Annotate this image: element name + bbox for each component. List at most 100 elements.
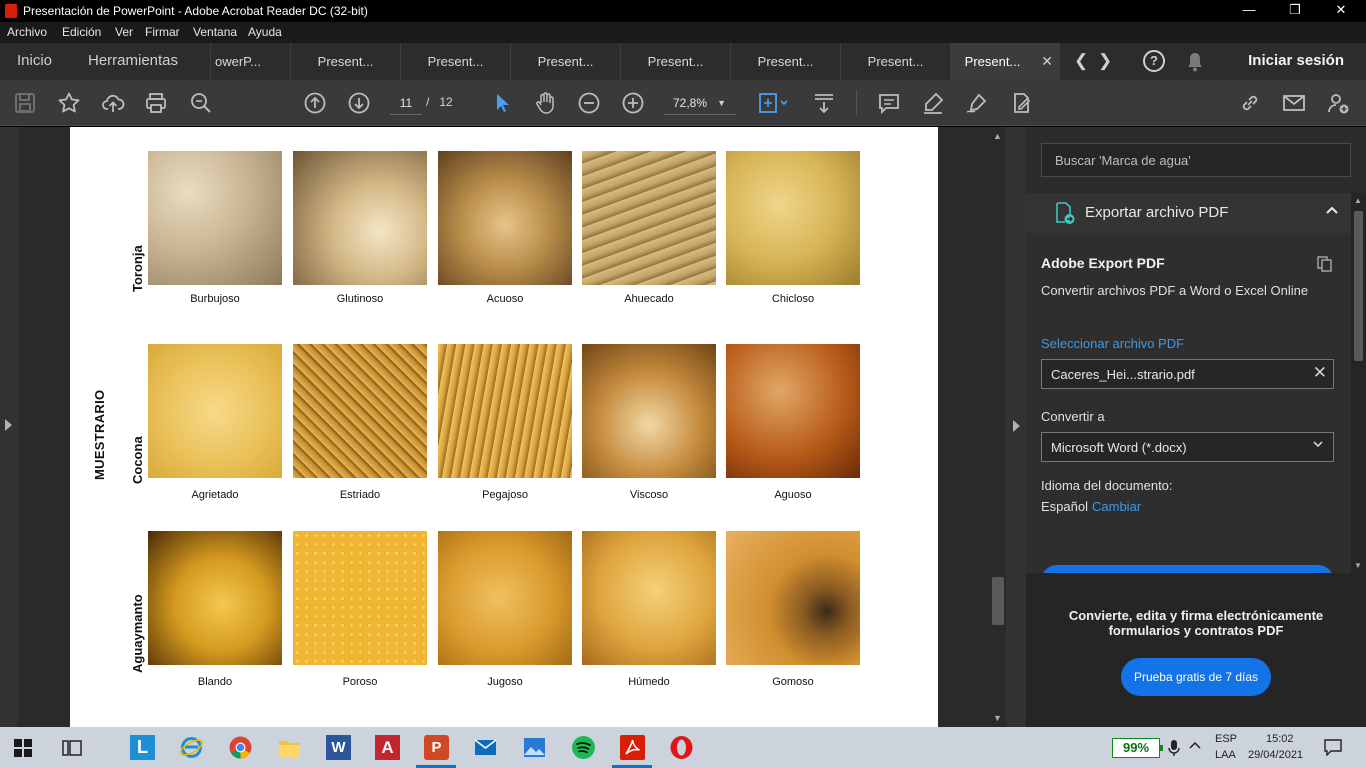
access-app-icon[interactable]: A bbox=[375, 735, 400, 760]
tray-expand-icon[interactable] bbox=[1188, 740, 1202, 753]
tab-herramientas[interactable]: Herramientas bbox=[88, 52, 178, 69]
lexis-app-icon[interactable]: L bbox=[130, 735, 155, 760]
select-cursor-icon[interactable] bbox=[490, 91, 514, 115]
texture-caption: Agrietado bbox=[191, 489, 239, 501]
sign-pen-icon[interactable] bbox=[965, 91, 989, 115]
tabs-next-icon[interactable]: ❯ bbox=[1098, 51, 1112, 71]
doc-tab[interactable]: Present... bbox=[620, 43, 730, 80]
zoom-search-icon[interactable] bbox=[189, 91, 213, 115]
word-icon[interactable]: W bbox=[326, 735, 351, 760]
free-trial-button[interactable]: Prueba gratis de 7 días bbox=[1121, 658, 1271, 696]
texture-image bbox=[438, 151, 572, 285]
texture-image bbox=[293, 531, 427, 665]
clock-time[interactable]: 15:02 bbox=[1266, 733, 1294, 745]
doc-tab[interactable]: owerP... bbox=[210, 43, 290, 80]
sign-in-link[interactable]: Iniciar sesión bbox=[1248, 52, 1344, 69]
copy-files-icon[interactable] bbox=[1316, 255, 1334, 278]
notification-center-icon[interactable] bbox=[1324, 739, 1342, 759]
scrollbar-thumb[interactable] bbox=[992, 577, 1004, 625]
scroll-up-icon[interactable]: ▲ bbox=[993, 131, 1002, 141]
page-total-value: 12 bbox=[439, 95, 453, 109]
restore-button[interactable]: ❐ bbox=[1272, 0, 1318, 22]
input-language-bottom[interactable]: LAA bbox=[1215, 749, 1236, 761]
email-icon[interactable] bbox=[1282, 91, 1306, 115]
cloud-upload-icon[interactable] bbox=[101, 91, 125, 115]
scroll-down-icon[interactable]: ▼ bbox=[993, 713, 1002, 723]
spotify-icon[interactable] bbox=[571, 735, 596, 760]
chevron-up-icon[interactable] bbox=[1325, 203, 1339, 220]
scroll-down-icon[interactable]: ▼ bbox=[1354, 561, 1362, 570]
mail-icon[interactable] bbox=[473, 735, 498, 760]
opera-icon[interactable] bbox=[669, 735, 694, 760]
task-view-icon[interactable] bbox=[62, 739, 87, 764]
chrome-icon[interactable] bbox=[228, 735, 253, 760]
save-icon[interactable] bbox=[13, 91, 37, 115]
scroll-mode-icon[interactable] bbox=[812, 91, 836, 115]
windows-start-icon[interactable] bbox=[14, 739, 32, 757]
doc-tab[interactable]: Present... bbox=[510, 43, 620, 80]
clock-date[interactable]: 29/04/2021 bbox=[1248, 749, 1303, 761]
add-user-icon[interactable] bbox=[1326, 91, 1350, 115]
scroll-up-icon[interactable]: ▲ bbox=[1354, 196, 1362, 205]
menu-ver[interactable]: Ver bbox=[115, 25, 133, 39]
doc-tab[interactable]: Present... bbox=[730, 43, 840, 80]
row-label: Cocona bbox=[130, 436, 145, 484]
menu-firmar[interactable]: Firmar bbox=[145, 25, 180, 39]
title-bar: Presentación de PowerPoint - Adobe Acrob… bbox=[0, 0, 1366, 22]
doc-tab-active[interactable]: Present... ✕ bbox=[950, 43, 1060, 80]
powerpoint-icon[interactable]: P bbox=[424, 735, 449, 760]
close-tab-icon[interactable]: ✕ bbox=[1041, 53, 1053, 70]
help-icon[interactable]: ? bbox=[1143, 50, 1165, 72]
clear-file-icon[interactable]: ✕ bbox=[1313, 363, 1327, 383]
microphone-icon[interactable] bbox=[1168, 739, 1180, 760]
menu-archivo[interactable]: Archivo bbox=[7, 25, 47, 39]
texture-image bbox=[726, 151, 860, 285]
selected-file-field[interactable]: Caceres_Hei...strario.pdf ✕ bbox=[1041, 359, 1334, 389]
panel-scrollbar[interactable]: ▲ ▼ bbox=[1351, 193, 1366, 573]
texture-caption: Blando bbox=[197, 676, 233, 688]
battery-indicator[interactable]: 99% bbox=[1112, 738, 1163, 758]
tab-inicio[interactable]: Inicio bbox=[17, 52, 52, 69]
export-pdf-header[interactable]: Exportar archivo PDF bbox=[1026, 193, 1351, 233]
document-scrollbar[interactable]: ▲ ▼ bbox=[990, 127, 1006, 727]
doc-tab[interactable]: Present... bbox=[840, 43, 950, 80]
close-window-button[interactable]: ✕ bbox=[1318, 0, 1364, 22]
print-icon[interactable] bbox=[144, 91, 168, 115]
left-panel-toggle[interactable] bbox=[0, 127, 18, 727]
scrollbar-thumb[interactable] bbox=[1354, 211, 1363, 361]
file-explorer-icon[interactable] bbox=[277, 735, 302, 760]
bell-icon[interactable] bbox=[1186, 52, 1204, 77]
star-icon[interactable] bbox=[57, 91, 81, 115]
photos-icon[interactable] bbox=[522, 735, 547, 760]
zoom-out-icon[interactable] bbox=[577, 91, 601, 115]
convert-format-select[interactable]: Microsoft Word (*.docx) bbox=[1041, 432, 1334, 462]
doc-tab[interactable]: Present... bbox=[290, 43, 400, 80]
edit-tools-icon[interactable] bbox=[1009, 91, 1033, 115]
tabs-prev-icon[interactable]: ❮ bbox=[1074, 51, 1088, 71]
right-panel-toggle[interactable] bbox=[1006, 127, 1026, 727]
menu-ventana[interactable]: Ventana bbox=[193, 25, 237, 39]
minimize-button[interactable]: — bbox=[1226, 0, 1272, 22]
select-pdf-link[interactable]: Seleccionar archivo PDF bbox=[1041, 336, 1184, 351]
hand-tool-icon[interactable] bbox=[533, 91, 557, 115]
comment-icon[interactable] bbox=[877, 91, 901, 115]
menu-ayuda[interactable]: Ayuda bbox=[248, 25, 282, 39]
page-number-input[interactable]: 11 bbox=[390, 91, 422, 115]
zoom-level-select[interactable]: 72,8% ▼ bbox=[664, 91, 736, 115]
menu-edicion[interactable]: Edición bbox=[62, 25, 101, 39]
fit-page-icon[interactable] bbox=[757, 91, 791, 115]
page-total: / 12 bbox=[426, 95, 453, 109]
texture-image bbox=[726, 531, 860, 665]
next-page-icon[interactable] bbox=[347, 91, 371, 115]
page-separator: / bbox=[426, 95, 430, 109]
share-link-icon[interactable] bbox=[1238, 91, 1262, 115]
doc-tab[interactable]: Present... bbox=[400, 43, 510, 80]
change-language-link[interactable]: Cambiar bbox=[1092, 499, 1141, 514]
acrobat-reader-icon[interactable] bbox=[620, 735, 645, 760]
highlight-pen-icon[interactable] bbox=[921, 91, 945, 115]
zoom-in-icon[interactable] bbox=[621, 91, 645, 115]
previous-page-icon[interactable] bbox=[303, 91, 327, 115]
input-language-top[interactable]: ESP bbox=[1215, 733, 1237, 745]
search-tools-input[interactable]: Buscar 'Marca de agua' bbox=[1041, 143, 1351, 177]
internet-explorer-icon[interactable] bbox=[179, 735, 204, 760]
